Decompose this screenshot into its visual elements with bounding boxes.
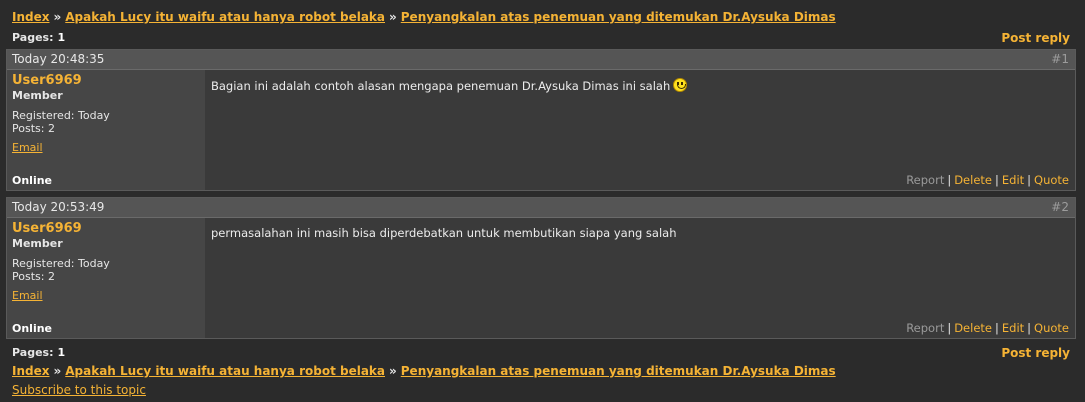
post: Today 20:53:49 #2 User6969 Member Regist… [6, 197, 1076, 339]
report-link[interactable]: Report [906, 173, 944, 187]
breadcrumb-separator: » [53, 364, 62, 378]
author-username-link[interactable]: User6969 [12, 73, 200, 89]
post-timestamp: Today 20:53:49 [12, 200, 105, 214]
post-timestamp: Today 20:48:35 [12, 52, 105, 66]
breadcrumb-index-link[interactable]: Index [12, 364, 49, 378]
author-role: Member [12, 237, 63, 250]
report-link[interactable]: Report [906, 321, 944, 335]
post-actions: Report | Delete | Edit | Quote [906, 173, 1069, 187]
post-author-panel: User6969 Member Registered: Today Posts:… [7, 70, 205, 190]
breadcrumb-index-link[interactable]: Index [12, 10, 49, 24]
breadcrumb-top: Index» Apakah Lucy itu waifu atau hanya r… [12, 10, 836, 24]
action-separator: | [947, 321, 952, 335]
breadcrumb-separator: » [389, 10, 397, 24]
author-post-count: Posts: 2 [12, 122, 55, 135]
post: Today 20:48:35 #1 User6969 Member Regist… [6, 49, 1076, 191]
pagination-bar-bottom: Pages: 1 Post reply [12, 346, 1070, 360]
action-separator: | [995, 321, 999, 335]
post-author-panel: User6969 Member Registered: Today Posts:… [7, 218, 205, 338]
breadcrumb-topic-link[interactable]: Penyangkalan atas penemuan yang ditemuka… [401, 10, 836, 24]
author-registered: Registered: Today [12, 257, 110, 270]
subscribe-topic-link[interactable]: Subscribe to this topic [12, 383, 146, 397]
post-message: Bagian ini adalah contoh alasan mengapa … [205, 70, 1075, 190]
post-message: permasalahan ini masih bisa diperdebatka… [205, 218, 1075, 338]
delete-link[interactable]: Delete [954, 173, 992, 187]
breadcrumb-bottom: Index» Apakah Lucy itu waifu atau hanya r… [12, 364, 836, 378]
post-permalink[interactable]: #2 [1051, 198, 1069, 217]
post-actions: Report | Delete | Edit | Quote [906, 321, 1069, 335]
quote-link[interactable]: Quote [1034, 173, 1069, 187]
action-separator: | [995, 173, 999, 187]
post-header: Today 20:53:49 #2 [7, 198, 1075, 218]
post-permalink[interactable]: #1 [1051, 50, 1069, 69]
author-post-count: Posts: 2 [12, 270, 55, 283]
author-role: Member [12, 89, 63, 102]
edit-link[interactable]: Edit [1002, 321, 1024, 335]
pages-label: Pages: [12, 31, 54, 44]
author-email-link[interactable]: Email [12, 289, 200, 302]
author-registered: Registered: Today [12, 109, 110, 122]
author-online-status: Online [12, 174, 53, 187]
post-message-text: permasalahan ini masih bisa diperdebatka… [211, 226, 677, 240]
current-page: 1 [57, 31, 66, 44]
delete-link[interactable]: Delete [954, 321, 992, 335]
author-username-link[interactable]: User6969 [12, 221, 200, 237]
author-online-status: Online [12, 322, 53, 335]
pagination-bar-top: Pages: 1 Post reply [12, 31, 1070, 45]
pages-label: Pages: [12, 346, 54, 359]
post-message-text: Bagian ini adalah contoh alasan mengapa … [211, 79, 671, 93]
breadcrumb-forum-link[interactable]: Apakah Lucy itu waifu atau hanya robot b… [65, 10, 385, 24]
action-separator: | [947, 173, 952, 187]
action-separator: | [1027, 321, 1032, 335]
post-header: Today 20:48:35 #1 [7, 50, 1075, 70]
current-page: 1 [57, 346, 66, 359]
breadcrumb-forum-link[interactable]: Apakah Lucy itu waifu atau hanya robot b… [65, 364, 385, 378]
post-reply-button[interactable]: Post reply [1001, 346, 1070, 360]
author-email-link[interactable]: Email [12, 141, 200, 154]
action-separator: | [1027, 173, 1032, 187]
breadcrumb-separator: » [53, 10, 62, 24]
edit-link[interactable]: Edit [1002, 173, 1024, 187]
post-reply-button[interactable]: Post reply [1001, 31, 1070, 45]
breadcrumb-separator: » [389, 364, 397, 378]
smiley-icon [673, 78, 688, 92]
quote-link[interactable]: Quote [1034, 321, 1069, 335]
breadcrumb-topic-link[interactable]: Penyangkalan atas penemuan yang ditemuka… [401, 364, 836, 378]
